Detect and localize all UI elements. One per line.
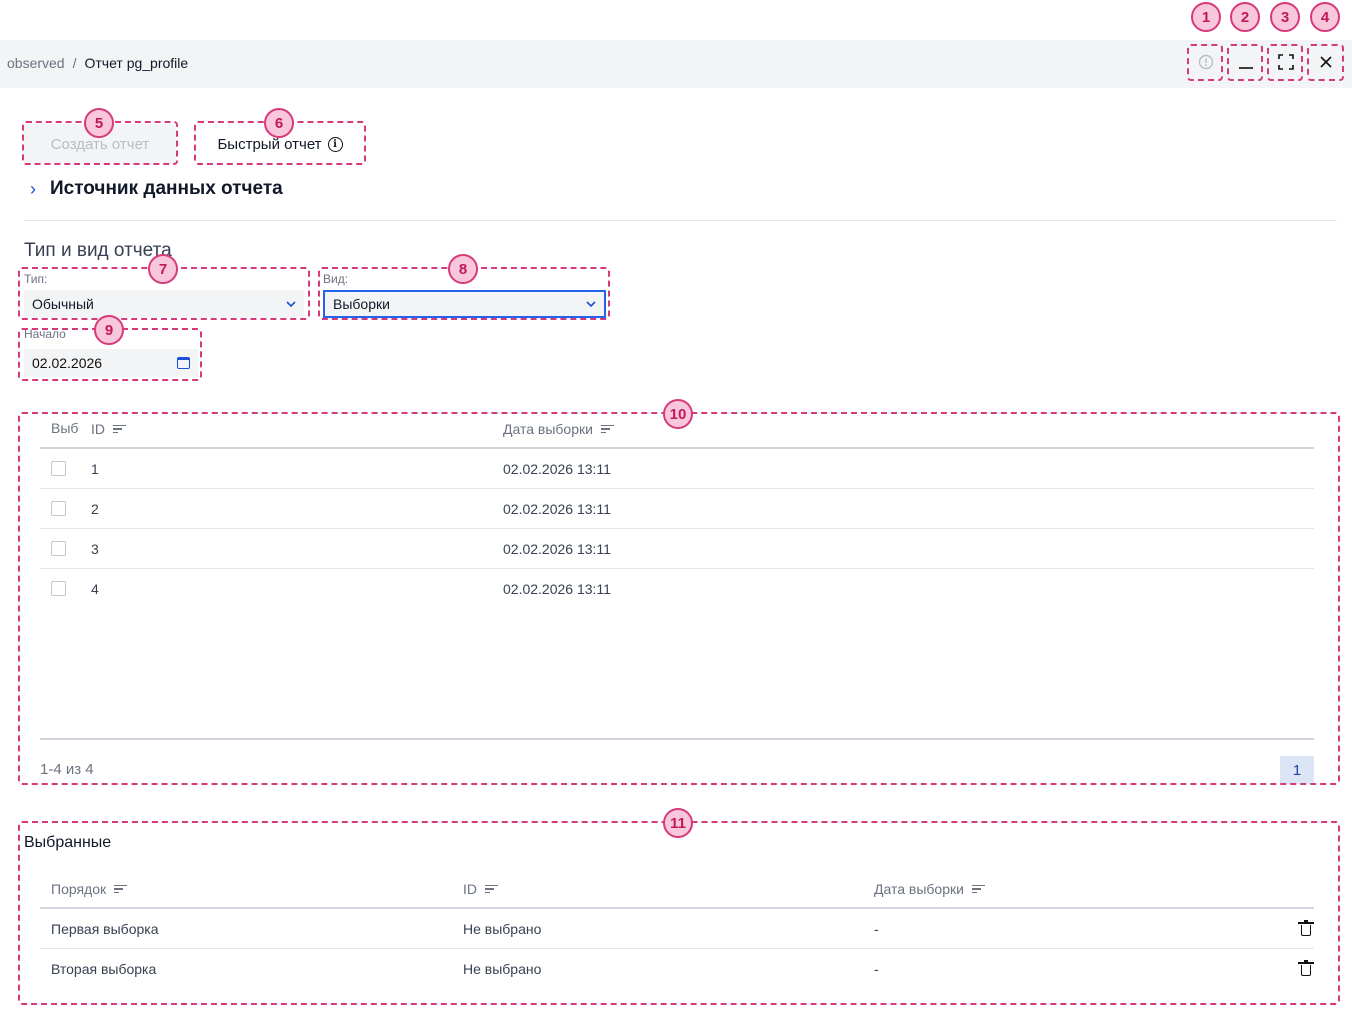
col-date-header[interactable]: Дата выборки [874, 881, 985, 897]
col-date-header[interactable]: Дата выборки [503, 421, 614, 437]
row-id: 2 [91, 501, 99, 517]
trash-icon[interactable] [1298, 960, 1314, 976]
footer-divider [40, 738, 1314, 740]
chevron-right-icon: › [30, 178, 36, 199]
annotation-badge: 10 [663, 399, 693, 429]
header-divider [40, 907, 1314, 909]
type-value: Обычный [32, 296, 94, 312]
divider [24, 220, 1337, 221]
type-label: Тип: [24, 272, 48, 286]
close-button[interactable] [1308, 44, 1344, 80]
view-select[interactable]: Выборки [323, 290, 606, 318]
selected-date: - [874, 961, 879, 977]
pagination-info: 1-4 из 4 [40, 761, 94, 778]
header-divider [40, 447, 1314, 449]
row-checkbox[interactable] [51, 501, 66, 516]
expand-icon [1278, 54, 1294, 70]
selected-order: Вторая выборка [51, 961, 157, 977]
calendar-icon[interactable] [177, 357, 190, 369]
annotation-badge: 2 [1230, 2, 1260, 32]
row-divider [40, 948, 1314, 949]
minimize-icon [1239, 67, 1253, 69]
row-checkbox[interactable] [51, 581, 66, 596]
row-id: 1 [91, 461, 99, 477]
report-card [8, 107, 1345, 1012]
start-label: Начало [24, 327, 66, 341]
sort-icon [113, 424, 126, 434]
row-checkbox[interactable] [51, 461, 66, 476]
selected-date: - [874, 921, 879, 937]
row-date: 02.02.2026 13:11 [503, 541, 611, 557]
annotation-badge: 5 [84, 108, 114, 138]
breadcrumb: observed / Отчет pg_profile [7, 55, 188, 71]
alert-circle-icon [1198, 54, 1214, 70]
annotation-badge: 1 [1191, 2, 1221, 32]
annotation-badge: 6 [264, 108, 294, 138]
data-source-toggle[interactable]: › Источник данных отчета [30, 178, 283, 200]
minimize-button[interactable] [1228, 44, 1264, 80]
chevron-down-icon [586, 300, 596, 307]
row-date: 02.02.2026 13:11 [503, 501, 611, 517]
start-date-value: 02.02.2026 [32, 355, 103, 371]
breadcrumb-separator: / [72, 55, 77, 71]
sort-icon [485, 884, 498, 894]
annotation-badge: 9 [94, 315, 124, 345]
row-date: 02.02.2026 13:11 [503, 581, 611, 597]
annotation-badge: 8 [448, 254, 478, 284]
create-report-label: Создать отчет [50, 135, 150, 153]
annotation-badge: 3 [1270, 2, 1300, 32]
selected-order: Первая выборка [51, 921, 159, 937]
selected-title: Выбранные [24, 834, 112, 851]
row-id: 3 [91, 541, 99, 557]
row-divider [40, 568, 1314, 569]
sort-icon [971, 884, 985, 894]
col-select-header: Выб [51, 420, 79, 436]
quick-report-label: Быстрый отчет [217, 135, 322, 153]
type-select[interactable]: Обычный [24, 290, 304, 318]
annotation-badge: 7 [148, 254, 178, 284]
annotation-badge: 11 [663, 808, 693, 838]
view-label: Вид: [323, 272, 349, 286]
col-id-header[interactable]: ID [91, 421, 126, 437]
breadcrumb-parent[interactable]: observed [7, 55, 65, 71]
alert-button[interactable] [1188, 44, 1224, 80]
row-checkbox[interactable] [51, 541, 66, 556]
sort-icon [600, 424, 614, 434]
row-date: 02.02.2026 13:11 [503, 461, 611, 477]
breadcrumb-current: Отчет pg_profile [84, 55, 189, 71]
report-type-title: Тип и вид отчета [24, 240, 172, 261]
col-id-header[interactable]: ID [463, 881, 498, 897]
selected-id: Не выбрано [463, 921, 542, 937]
selected-id: Не выбрано [463, 961, 542, 977]
trash-icon[interactable] [1298, 920, 1314, 936]
sort-icon [114, 884, 128, 894]
top-bar [0, 40, 1352, 88]
row-divider [40, 528, 1314, 529]
view-value: Выборки [333, 296, 390, 312]
page-button[interactable]: 1 [1280, 756, 1314, 784]
row-divider [40, 488, 1314, 489]
chevron-down-icon [286, 300, 296, 307]
row-id: 4 [91, 581, 99, 597]
expand-button[interactable] [1268, 44, 1304, 80]
close-icon [1320, 56, 1332, 68]
col-order-header[interactable]: Порядок [51, 881, 128, 897]
data-source-title: Источник данных отчета [50, 178, 283, 199]
info-icon: i [327, 136, 343, 152]
start-date-input[interactable]: 02.02.2026 [24, 349, 198, 377]
annotation-badge: 4 [1310, 2, 1340, 32]
